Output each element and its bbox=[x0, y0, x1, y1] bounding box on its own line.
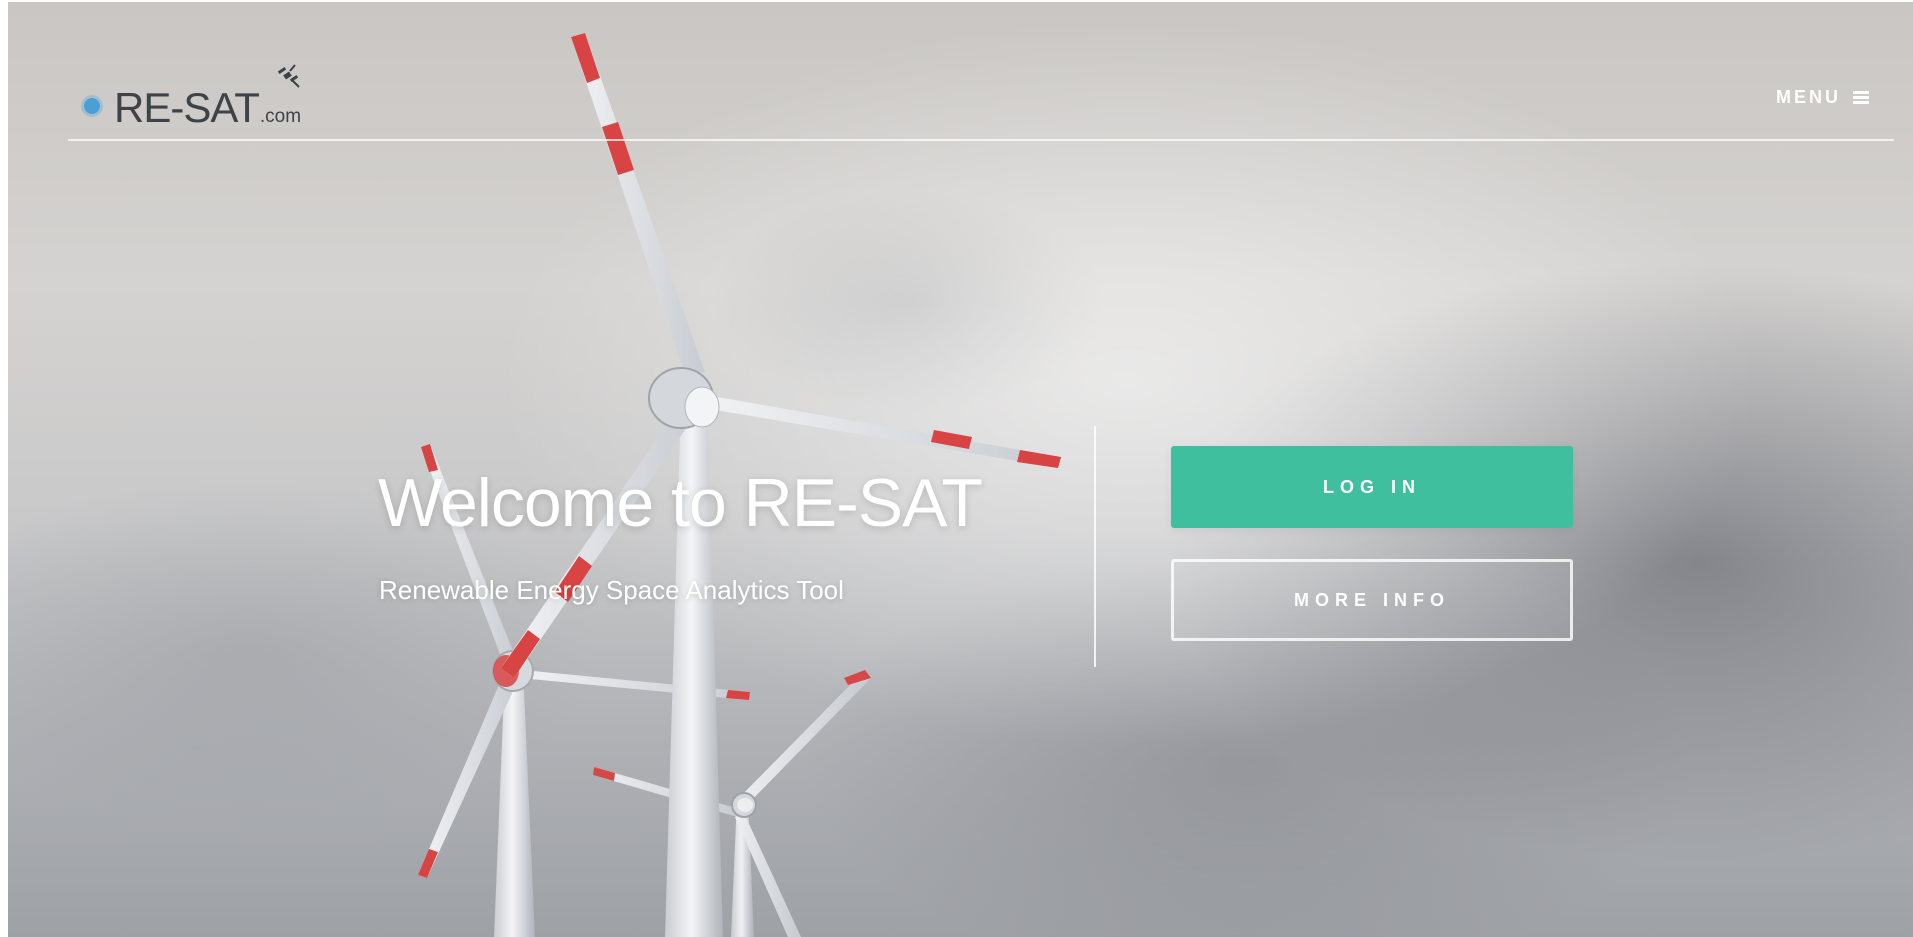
welcome-title: Welcome to RE-SAT bbox=[378, 465, 983, 541]
header-divider bbox=[68, 139, 1894, 141]
logo-domain-text: .com bbox=[259, 106, 302, 127]
menu-label: MENU bbox=[1776, 87, 1841, 107]
menu-icon-line-middle bbox=[1853, 95, 1869, 99]
log-in-button[interactable]: LOG IN bbox=[1171, 446, 1573, 528]
more-info-button[interactable]: MORE INFO bbox=[1171, 559, 1573, 641]
logo-main-text: RE-SAT bbox=[114, 84, 260, 131]
welcome-subtitle: Renewable Energy Space Analytics Tool bbox=[379, 575, 844, 605]
site-logo[interactable]: RE-SAT.com bbox=[72, 62, 322, 132]
landing-page: RE-SAT.com MENU Welcome to RE-SAT Renewa… bbox=[0, 0, 1913, 937]
small-wind-turbine bbox=[593, 670, 871, 937]
hamburger-menu-icon bbox=[1853, 90, 1869, 105]
hero-vertical-divider bbox=[1094, 426, 1096, 667]
logo-text: RE-SAT.com bbox=[114, 84, 301, 132]
hero-background: RE-SAT.com MENU Welcome to RE-SAT Renewa… bbox=[8, 2, 1913, 937]
menu-icon-line-top bbox=[1853, 90, 1869, 94]
menu-button[interactable]: MENU bbox=[1776, 87, 1869, 108]
blue-dot-icon bbox=[84, 98, 100, 114]
menu-icon-line-bottom bbox=[1853, 100, 1869, 104]
